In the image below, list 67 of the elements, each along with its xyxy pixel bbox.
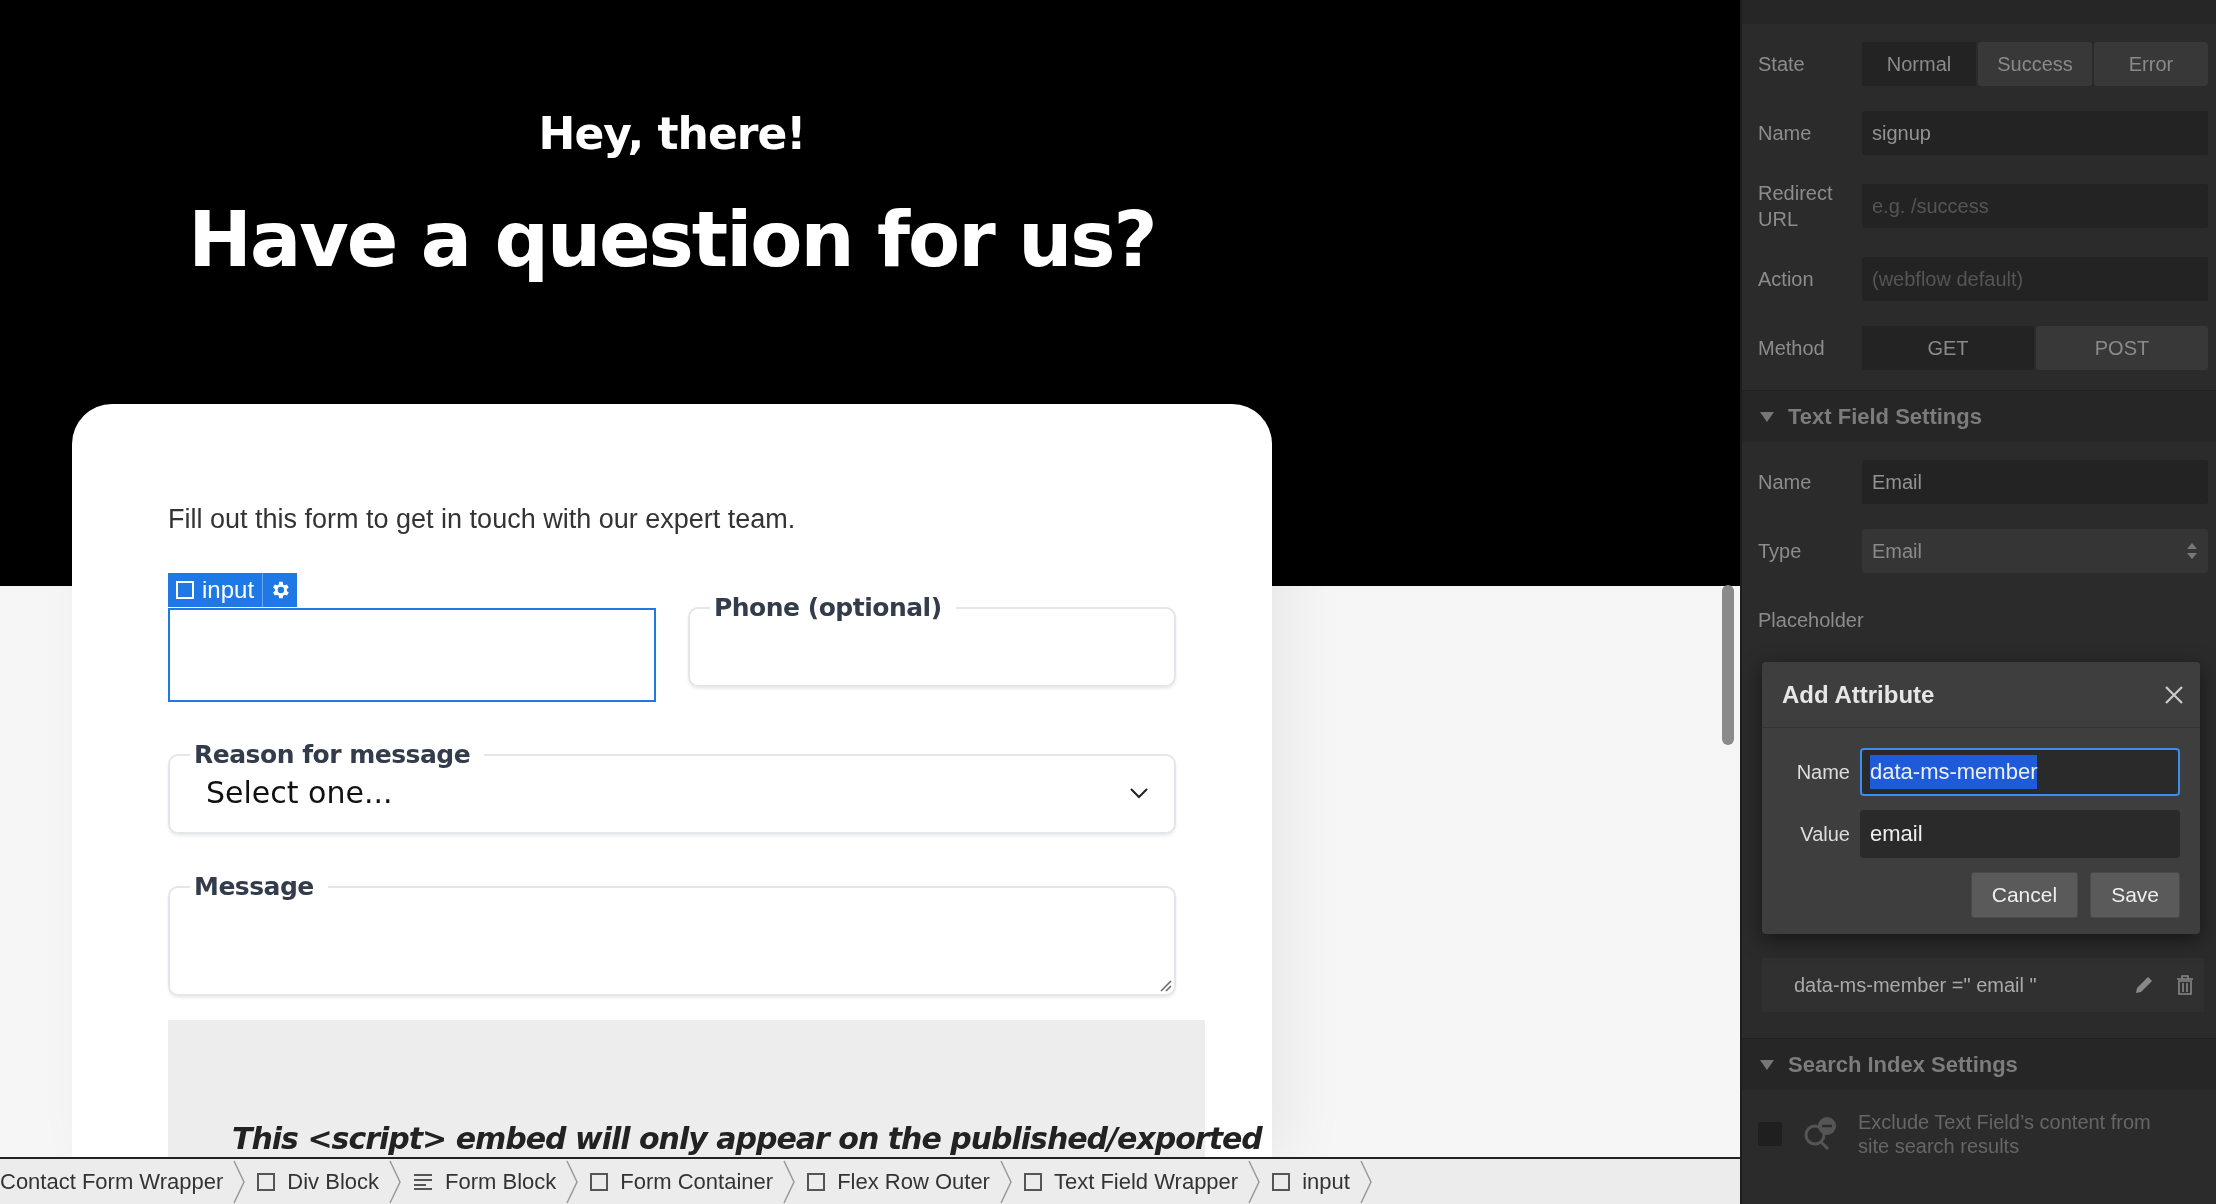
breadcrumb-item[interactable]: Contact Form Wrapper (0, 1168, 224, 1195)
field-label: Message (193, 872, 315, 901)
intro-text: Fill out this form to get in touch with our expert team. (168, 504, 797, 535)
pencil-icon[interactable] (2134, 975, 2154, 995)
attribute-row[interactable]: data-ms-member =" email " (1762, 958, 2204, 1012)
field-label: State (1758, 52, 1806, 77)
chevron-icon (389, 1159, 402, 1204)
resize-handle-icon[interactable] (1158, 978, 1172, 992)
breadcrumb-item[interactable]: Form Block (445, 1168, 557, 1195)
breadcrumb-item[interactable]: Text Field Wrapper (1053, 1168, 1239, 1195)
field-label: Value (1799, 822, 1850, 846)
badge-label: input (202, 576, 255, 604)
dialog-title: Add Attribute (1782, 680, 1935, 709)
search-minus-icon (1802, 1116, 1838, 1152)
checkbox-label: Exclude Text Field’s content from site search results (1858, 1110, 2152, 1158)
breadcrumb-item[interactable]: Flex Row Outer (837, 1168, 990, 1195)
scrollbar[interactable] (1722, 585, 1734, 745)
headline: Have a question for us? (188, 195, 1156, 284)
close-icon[interactable] (2164, 684, 2184, 705)
field-label: Name (1795, 760, 1850, 784)
chevron-icon (999, 1159, 1012, 1204)
notice-text: This <script> embed will only appear on the published/exported (232, 1121, 1262, 1156)
field-label: Placeholder (1758, 608, 1862, 633)
breadcrumb-item[interactable]: Div Block (287, 1168, 380, 1195)
selection-badge[interactable]: input (168, 573, 298, 607)
updown-icon (2186, 542, 2198, 560)
square-icon (807, 1172, 826, 1191)
select-field[interactable]: Email (1862, 529, 2208, 573)
chevron-icon (1248, 1159, 1261, 1204)
segment-button[interactable]: Error (2094, 42, 2208, 86)
field-label: Phone (optional) (713, 593, 943, 622)
field-label: Name (1758, 470, 1813, 495)
square-icon (257, 1172, 276, 1191)
trash-icon[interactable] (2176, 975, 2194, 995)
segment-button[interactable]: POST (2036, 326, 2208, 370)
segment-button[interactable]: Success (1978, 42, 2092, 86)
field-label: Type (1758, 539, 1803, 564)
attribute-text: data-ms-member =" email " (1794, 973, 2037, 997)
input-field[interactable] (168, 608, 656, 702)
field-label: Action (1758, 267, 1815, 292)
segment-button[interactable]: Normal (1862, 42, 1976, 86)
input-field[interactable]: signup (1862, 111, 2208, 155)
breadcrumb-item[interactable]: input (1302, 1168, 1350, 1195)
lines-icon (413, 1172, 434, 1191)
triangle-icon[interactable] (1760, 409, 1774, 424)
chevron-icon (1359, 1159, 1372, 1204)
input-field[interactable]: email (1860, 810, 2180, 858)
chevron-icon (783, 1159, 796, 1204)
square-icon (176, 581, 194, 599)
select-value: Select one... (206, 775, 393, 810)
field-label: Reason for message (193, 740, 472, 769)
field-label: Name (1758, 121, 1813, 146)
save-button[interactable]: Save (2090, 872, 2180, 918)
triangle-icon[interactable] (1760, 1057, 1774, 1072)
square-icon (590, 1172, 609, 1191)
chevron-icon (233, 1159, 246, 1204)
chevron-down-icon (1130, 786, 1148, 799)
chevron-icon (566, 1159, 579, 1204)
greeting: Hey, there! (538, 108, 806, 159)
cancel-button[interactable]: Cancel (1970, 872, 2079, 918)
field-label: Method (1758, 336, 1826, 361)
square-icon (1272, 1172, 1291, 1191)
field-label: Redirect URL (1758, 181, 1834, 232)
square-icon (1023, 1172, 1042, 1191)
segment-button[interactable]: GET (1862, 326, 2034, 370)
breadcrumb-item[interactable]: Form Container (620, 1168, 774, 1195)
input-field[interactable]: Email (1862, 460, 2208, 504)
